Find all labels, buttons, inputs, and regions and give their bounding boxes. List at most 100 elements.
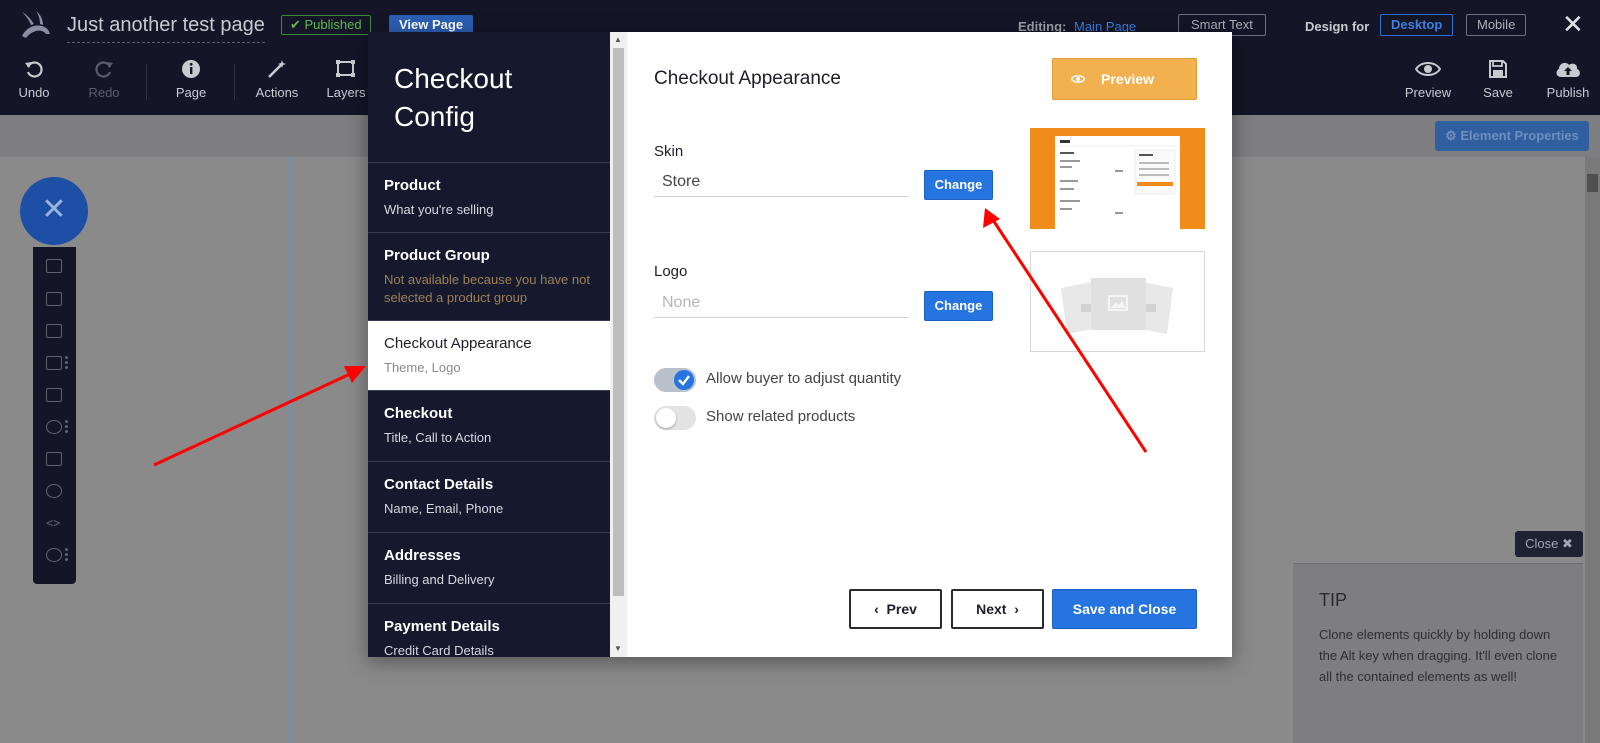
prev-label: Prev: [886, 601, 917, 617]
layers-button[interactable]: Layers: [326, 58, 366, 100]
tip-title: TIP: [1319, 590, 1348, 610]
redo-button[interactable]: Redo: [86, 58, 122, 100]
nav-item-subtitle: Name, Email, Phone: [384, 501, 504, 516]
save-toolbar-button[interactable]: Save: [1480, 58, 1516, 100]
element-properties-button[interactable]: ⚙ Element Properties: [1435, 121, 1589, 151]
nav-item-subtitle: Billing and Delivery: [384, 572, 495, 587]
elements-toolbox: <>: [33, 247, 76, 584]
skin-field[interactable]: Store: [654, 169, 908, 197]
timer-element-icon[interactable]: [46, 484, 62, 498]
prev-button[interactable]: ‹ Prev: [849, 589, 942, 629]
logo-label: Logo: [654, 263, 688, 280]
actions-button[interactable]: Actions: [253, 58, 301, 100]
skin-preview-thumbnail[interactable]: [1030, 128, 1205, 229]
skin-label: Skin: [654, 143, 684, 160]
publish-label: Publish: [1546, 85, 1590, 100]
undo-label: Undo: [18, 85, 50, 100]
adjust-quantity-toggle[interactable]: [654, 368, 696, 392]
more-options-icon[interactable]: [65, 548, 69, 562]
config-sidebar: Checkout Config Product What you're sell…: [368, 32, 610, 657]
checkmark-icon: [678, 375, 690, 386]
page-button[interactable]: Page: [173, 58, 209, 100]
nav-item-payment-details[interactable]: Payment Details Credit Card Details: [368, 603, 610, 657]
undo-button[interactable]: Undo: [16, 58, 52, 100]
nav-item-subtitle: Theme, Logo: [384, 360, 461, 375]
logo-preview-placeholder[interactable]: [1030, 251, 1205, 352]
skin-preview-graphic: [1055, 140, 1180, 214]
logo-field[interactable]: None: [654, 290, 908, 318]
nav-item-addresses[interactable]: Addresses Billing and Delivery: [368, 532, 610, 602]
toggle-knob: [656, 408, 676, 428]
nav-item-subtitle: Title, Call to Action: [384, 430, 492, 445]
save-toolbar-label: Save: [1483, 85, 1513, 100]
divider-element-icon[interactable]: [46, 548, 62, 562]
annotation-arrow-left: [153, 372, 351, 467]
nav-item-title: Addresses: [384, 547, 461, 564]
save-and-close-button[interactable]: Save and Close: [1052, 589, 1197, 629]
form-element-icon[interactable]: [46, 452, 62, 466]
preview-toolbar-label: Preview: [1404, 85, 1452, 100]
sidebar-scrollbar[interactable]: ▲ ▼: [610, 32, 627, 657]
redo-icon: [95, 61, 113, 78]
nav-item-title: Payment Details: [384, 618, 500, 635]
toolbar-divider: [234, 64, 235, 100]
nav-item-contact-details[interactable]: Contact Details Name, Email, Phone: [368, 461, 610, 531]
change-skin-button[interactable]: Change: [924, 170, 993, 200]
tip-close-button[interactable]: Close ✖: [1515, 531, 1583, 557]
rabbit-logo-icon[interactable]: [16, 10, 56, 44]
sidebar-title: Checkout Config: [394, 63, 513, 132]
next-button[interactable]: Next ›: [951, 589, 1044, 629]
eye-icon: [1415, 62, 1441, 76]
nav-item-checkout-appearance[interactable]: Checkout Appearance Theme, Logo: [368, 320, 610, 390]
nav-item-title: Product Group: [384, 247, 490, 264]
nav-item-subtitle: Credit Card Details: [384, 643, 494, 657]
page-name[interactable]: Just another test page: [67, 14, 265, 43]
canvas-scrollbar[interactable]: [1585, 157, 1600, 743]
page-label: Page: [175, 85, 207, 100]
code-element-icon[interactable]: <>: [46, 516, 62, 530]
appearance-content: Checkout Appearance Preview Skin Store C…: [627, 32, 1232, 657]
video-element-icon[interactable]: [46, 420, 62, 434]
layers-label: Layers: [326, 85, 366, 100]
publish-button[interactable]: Publish: [1543, 58, 1593, 100]
preview-toolbar-button[interactable]: Preview: [1403, 58, 1453, 100]
nav-item-title: Product: [384, 177, 441, 194]
image-element-icon[interactable]: [46, 324, 62, 338]
sidebar-scrollbar-thumb[interactable]: [613, 48, 624, 596]
published-badge: ✔ Published: [281, 15, 371, 35]
mobile-button[interactable]: Mobile: [1466, 14, 1527, 36]
eye-icon: [1071, 74, 1085, 84]
close-elements-fab[interactable]: ✕: [20, 177, 88, 245]
toolbar-divider: [146, 64, 147, 100]
preview-button-label: Preview: [1101, 71, 1154, 87]
text-element-icon[interactable]: [46, 292, 62, 306]
canvas-scrollbar-thumb[interactable]: [1587, 174, 1598, 192]
more-options-icon[interactable]: [65, 356, 69, 370]
scroll-up-icon[interactable]: ▲: [614, 35, 622, 44]
nav-item-title: Contact Details: [384, 476, 494, 493]
more-options-icon[interactable]: [65, 420, 69, 434]
nav-item-title: Checkout Appearance: [384, 335, 532, 352]
adjust-quantity-label: Allow buyer to adjust quantity: [706, 370, 902, 387]
nav-item-product[interactable]: Product What you're selling: [368, 162, 610, 232]
layers-icon: [336, 60, 355, 77]
arrow-head-icon: [344, 366, 366, 383]
nav-item-product-group[interactable]: Product Group Not available because you …: [368, 232, 610, 320]
image-placeholder-icon: [1061, 278, 1173, 334]
toggle-knob: [674, 370, 694, 390]
nav-item-title: Checkout: [384, 405, 453, 422]
related-products-toggle[interactable]: [654, 406, 696, 430]
desktop-button[interactable]: Desktop: [1380, 14, 1454, 36]
tip-text: Clone elements quickly by holding down t…: [1319, 627, 1558, 684]
preview-button[interactable]: Preview: [1052, 58, 1197, 100]
nav-item-checkout[interactable]: Checkout Title, Call to Action: [368, 390, 610, 460]
scroll-down-icon[interactable]: ▼: [614, 644, 622, 653]
change-logo-button[interactable]: Change: [924, 291, 993, 321]
close-editor-icon[interactable]: ✕: [1562, 10, 1584, 38]
checkbox-element-icon[interactable]: [46, 356, 62, 370]
chevron-left-icon: ‹: [874, 601, 887, 617]
box-element-icon[interactable]: [46, 388, 62, 402]
redo-label: Redo: [88, 85, 120, 100]
section-element-icon[interactable]: [46, 259, 62, 273]
cloud-upload-icon: [1556, 62, 1580, 77]
